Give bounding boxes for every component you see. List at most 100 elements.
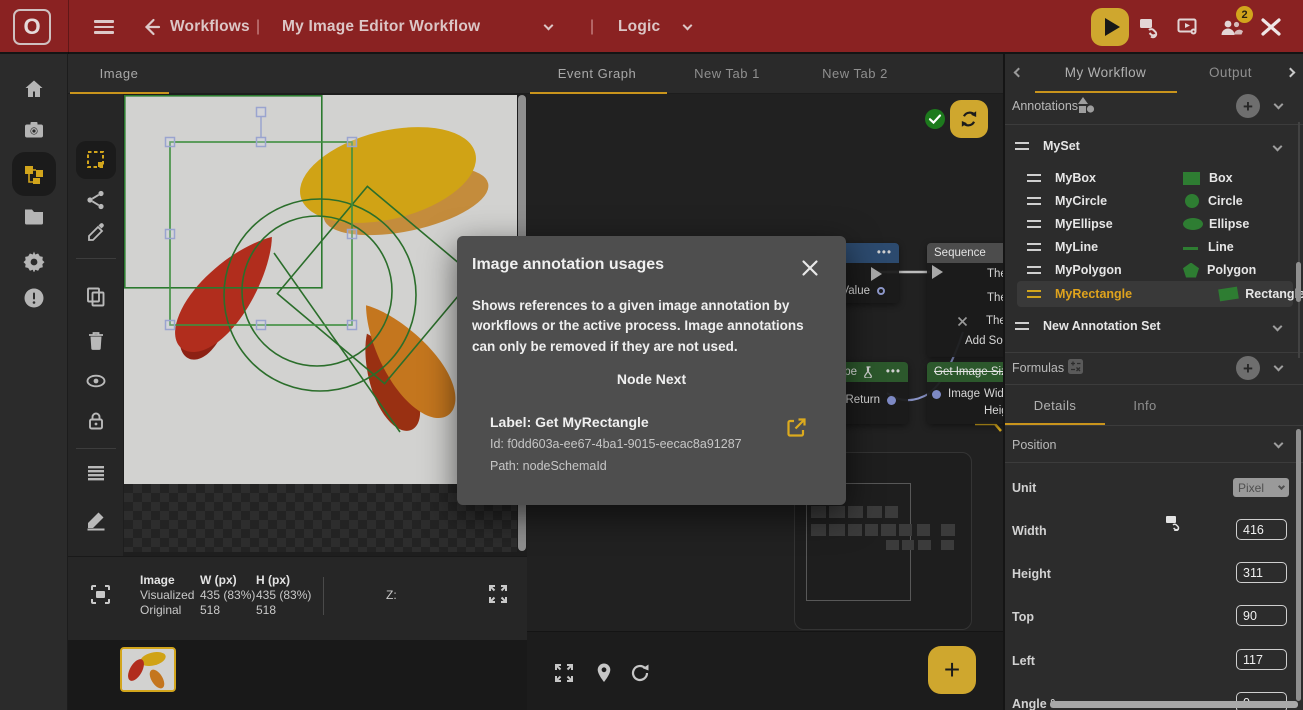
open-node-external-icon[interactable] xyxy=(786,417,807,443)
cross-tools-icon[interactable] xyxy=(1258,15,1284,44)
unit-select[interactable]: Pixel xyxy=(1233,478,1289,497)
sidebar-item-workflows[interactable] xyxy=(23,163,45,185)
remove-socket-icon[interactable] xyxy=(957,316,968,327)
fullscreen-image-icon[interactable] xyxy=(487,583,509,610)
height-input[interactable] xyxy=(1236,562,1287,583)
duplicate-tool-icon[interactable] xyxy=(85,286,107,308)
fit-graph-icon[interactable] xyxy=(553,662,575,684)
panel-next-icon[interactable] xyxy=(1286,68,1296,78)
position-collapse-icon[interactable] xyxy=(1274,439,1284,449)
image-thumbnail[interactable] xyxy=(120,647,176,692)
lock-tool-icon[interactable] xyxy=(85,410,107,432)
width-input[interactable] xyxy=(1236,519,1287,540)
annotations-shapes-icon[interactable] xyxy=(1077,96,1095,119)
annotation-type: Circle xyxy=(1208,194,1243,208)
tab-event-graph[interactable]: Event Graph xyxy=(527,54,667,93)
get-shape-return-label: Return xyxy=(845,394,880,406)
tab-new-tab-1[interactable]: New Tab 1 xyxy=(667,54,787,93)
angle-label: Angle ° xyxy=(1012,697,1055,710)
set-collapse-icon[interactable] xyxy=(1273,141,1283,151)
drag-handle-icon[interactable] xyxy=(1027,197,1041,205)
drag-handle-icon[interactable] xyxy=(1027,243,1041,251)
sequence-add-socket[interactable]: Add Socket xyxy=(965,335,1003,347)
workflow-link-icon[interactable] xyxy=(1137,15,1161,44)
image-in-pin[interactable] xyxy=(932,390,941,399)
sidebar-item-home[interactable] xyxy=(23,78,45,100)
drag-handle-icon[interactable] xyxy=(1027,220,1041,228)
delete-tool-icon[interactable] xyxy=(85,329,107,351)
breadcrumb-workflows[interactable]: Workflows xyxy=(170,0,250,54)
sync-button[interactable] xyxy=(950,100,988,138)
drag-handle-icon[interactable] xyxy=(1015,142,1029,150)
workflow-title[interactable]: My Image Editor Workflow xyxy=(282,0,480,54)
tab-image[interactable]: Image xyxy=(68,54,170,93)
position-section-label: Position xyxy=(1012,438,1056,452)
new-annotation-set-row[interactable]: New Annotation Set xyxy=(1005,314,1303,338)
annotation-row-myline[interactable]: MyLine Line xyxy=(1005,235,1303,259)
process-settings-icon[interactable] xyxy=(1176,15,1200,44)
details-horizontal-scrollbar[interactable] xyxy=(1050,701,1298,708)
add-formula-button[interactable]: + xyxy=(1236,356,1260,380)
exec-out-pin[interactable] xyxy=(871,267,882,281)
tab-output[interactable]: Output xyxy=(1188,54,1273,92)
draw-tool-icon[interactable] xyxy=(85,509,107,531)
value-out-pin[interactable] xyxy=(877,287,885,295)
sidebar-item-settings[interactable] xyxy=(23,250,45,272)
details-scrollbar[interactable] xyxy=(1296,429,1301,701)
exec-in-pin[interactable] xyxy=(932,265,943,279)
app-logo[interactable]: O xyxy=(13,9,51,45)
add-annotation-set-button[interactable]: + xyxy=(1236,94,1260,118)
node-menu-icon-2[interactable]: ••• xyxy=(886,366,901,378)
drag-handle-icon[interactable] xyxy=(1015,322,1029,330)
image-info-bar: Image W (px) H (px) Visualized 435 (83%)… xyxy=(68,556,527,640)
return-out-pin[interactable] xyxy=(887,396,896,405)
info-original-label: Original xyxy=(140,603,181,617)
share-tool-icon[interactable] xyxy=(85,189,107,211)
locate-node-icon[interactable] xyxy=(593,662,615,684)
top-input[interactable] xyxy=(1236,605,1287,626)
annotation-type: Rectangle xyxy=(1245,287,1303,301)
drag-handle-icon[interactable] xyxy=(1027,266,1041,274)
dialog-close-icon[interactable] xyxy=(801,259,819,282)
menu-icon[interactable] xyxy=(94,20,114,34)
drag-handle-icon[interactable] xyxy=(1027,290,1041,298)
annotations-collapse-icon[interactable] xyxy=(1274,100,1284,110)
sidebar-item-files[interactable] xyxy=(23,205,45,227)
center-image-icon[interactable] xyxy=(89,583,112,611)
tab-my-workflow[interactable]: My Workflow xyxy=(1033,54,1178,92)
annotation-row-myellipse[interactable]: MyEllipse Ellipse xyxy=(1005,212,1303,236)
formulas-collapse-icon[interactable] xyxy=(1274,362,1284,372)
reload-graph-icon[interactable] xyxy=(629,662,651,684)
sidebar-item-camera[interactable] xyxy=(23,119,45,141)
node-get-image-size[interactable]: Get Image Size Image Width Height xyxy=(927,362,1003,424)
tab-details[interactable]: Details xyxy=(1005,387,1105,425)
visibility-tool-icon[interactable] xyxy=(85,370,107,392)
new-set-collapse-icon[interactable] xyxy=(1273,321,1283,331)
tab-new-tab-2[interactable]: New Tab 2 xyxy=(795,54,915,93)
back-arrow-icon[interactable] xyxy=(140,16,162,43)
annotation-set-row[interactable]: MySet xyxy=(1005,134,1303,158)
annotations-scrollbar[interactable] xyxy=(1296,262,1301,302)
tab-info[interactable]: Info xyxy=(1105,387,1185,425)
node-sequence[interactable]: Sequence Then Then Then Add Socket xyxy=(927,243,1003,357)
workflow-title-chevron-icon[interactable] xyxy=(544,21,554,31)
graph-tabbar: Event Graph New Tab 1 New Tab 2 xyxy=(527,54,1003,94)
annotation-row-mybox[interactable]: MyBox Box xyxy=(1005,166,1303,190)
sidebar-item-alerts[interactable] xyxy=(23,287,45,309)
annotation-row-myrectangle[interactable]: MyRectangle Rectangle xyxy=(1005,282,1303,306)
section-selector[interactable]: Logic xyxy=(618,0,660,54)
section-chevron-icon[interactable] xyxy=(683,21,693,31)
panel-prev-icon[interactable] xyxy=(1014,68,1024,78)
annotation-row-mycircle[interactable]: MyCircle Circle xyxy=(1005,189,1303,213)
left-input[interactable] xyxy=(1236,649,1287,670)
add-node-button[interactable]: + xyxy=(928,646,976,694)
image-annotation-usages-dialog: Image annotation usages Shows references… xyxy=(457,236,846,505)
run-button[interactable] xyxy=(1091,8,1129,46)
marquee-select-tool-icon[interactable] xyxy=(85,149,107,171)
eyedropper-tool-icon[interactable] xyxy=(85,222,107,244)
drag-handle-icon[interactable] xyxy=(1027,174,1041,182)
annotation-row-mypolygon[interactable]: MyPolygon Polygon xyxy=(1005,258,1303,282)
node-get-image-size-title: Get Image Size xyxy=(934,366,1003,378)
layers-list-tool-icon[interactable] xyxy=(85,462,107,484)
node-menu-icon[interactable]: ••• xyxy=(877,247,892,259)
